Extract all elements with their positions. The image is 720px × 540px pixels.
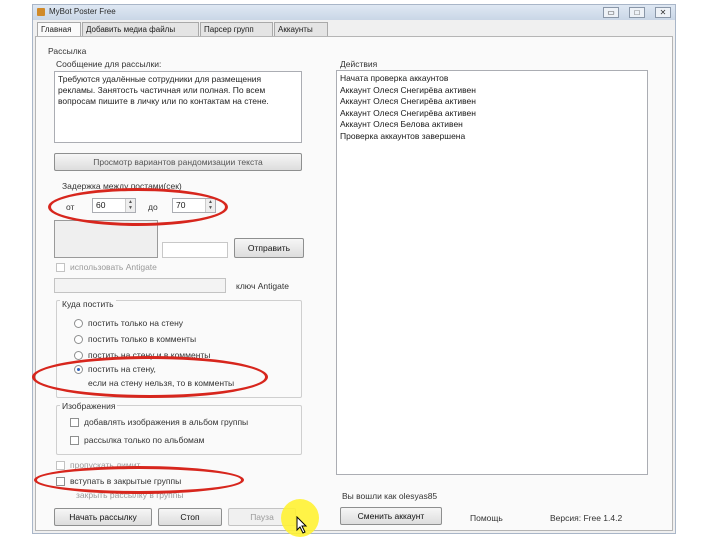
start-mailing-button[interactable]: Начать рассылку: [54, 508, 152, 526]
stepper-arrows-icon[interactable]: ▲ ▼: [205, 199, 215, 212]
minimize-button[interactable]: ▭: [603, 7, 619, 18]
albums-only-label: рассылка только по альбомам: [84, 435, 205, 445]
skip-limit-checkbox[interactable]: [56, 461, 65, 470]
maximize-button[interactable]: □: [629, 7, 645, 18]
join-closed-label: вступать в закрытые группы: [70, 476, 182, 486]
app-window: MyBot Poster Free ▭ □ ✕ Главная Добавить…: [32, 4, 676, 534]
actions-log: Начата проверка аккаунтов Аккаунт Олеся …: [336, 70, 648, 475]
tab-add-media[interactable]: Добавить медиа файлы: [82, 22, 199, 36]
delay-to-value: 70: [176, 200, 186, 210]
albums-only-checkbox[interactable]: [70, 436, 79, 445]
radio-comments-only[interactable]: [74, 335, 83, 344]
radio-wall-only-label: постить только на стену: [88, 318, 184, 328]
radio-wall-then-comments-label: постить на стену,: [88, 364, 156, 374]
radio-wall-then-comments[interactable]: [74, 365, 83, 374]
log-line: Аккаунт Олеся Снегирёва активен: [340, 96, 476, 106]
log-line: Аккаунт Олеся Белова активен: [340, 119, 463, 129]
window-title: MyBot Poster Free: [49, 7, 116, 16]
logged-in-status: Вы вошли как olesyas85: [342, 491, 438, 501]
where-post-title: Куда постить: [60, 299, 116, 309]
antigate-key-label: ключ Antigate: [236, 281, 289, 291]
log-line: Аккаунт Олеся Снегирёва активен: [340, 84, 476, 95]
delay-label: Задержка между постами(сек): [62, 181, 182, 191]
captcha-input[interactable]: [162, 242, 228, 258]
delay-from-label: от: [66, 202, 75, 212]
album-images-checkbox[interactable]: [70, 418, 79, 427]
log-line: Аккаунт Олеся Снегирёва активен: [340, 107, 476, 118]
tab-main[interactable]: Главная: [37, 22, 81, 37]
send-captcha-button[interactable]: Отправить: [234, 238, 304, 258]
tab-accounts[interactable]: Аккаунты: [274, 22, 328, 36]
main-panel: Рассылка Сообщение для рассылки: Требуют…: [35, 36, 673, 531]
mailing-group-title: Рассылка: [48, 46, 87, 56]
antigate-checkbox[interactable]: [56, 263, 65, 272]
tab-group-parser[interactable]: Парсер групп: [200, 22, 273, 36]
radio-wall-then-comments-label-2: если на стену нельзя, то в комменты: [88, 378, 235, 388]
mouse-pointer-icon: [296, 516, 308, 534]
stepper-arrows-icon[interactable]: ▲ ▼: [125, 199, 135, 212]
radio-wall-and-comments-label: постить на стену и в комменты: [88, 350, 211, 360]
message-textarea[interactable]: Требуются удалённые сотрудники для разме…: [54, 71, 302, 143]
antigate-key-input[interactable]: [54, 278, 226, 293]
stop-button[interactable]: Стоп: [158, 508, 222, 526]
log-line: Начата проверка аккаунтов: [340, 73, 449, 83]
message-label: Сообщение для рассылки:: [56, 59, 162, 69]
title-bar: MyBot Poster Free ▭ □ ✕: [33, 5, 675, 20]
delay-from-value: 60: [96, 200, 106, 210]
antigate-checkbox-label: использовать Antigate: [70, 262, 157, 272]
stop-mailing-label: закрыть рассылку в группы: [76, 490, 184, 500]
album-images-label: добавлять изображения в альбом группы: [84, 417, 249, 427]
change-account-button[interactable]: Сменить аккаунт: [340, 507, 442, 525]
log-line: Проверка аккаунтов завершена: [340, 130, 466, 141]
captcha-image: [54, 220, 158, 258]
radio-wall-only[interactable]: [74, 319, 83, 328]
delay-from-stepper[interactable]: 60 ▲ ▼: [92, 198, 136, 213]
app-icon: [37, 8, 45, 16]
radio-comments-only-label: постить только в комменты: [88, 334, 197, 344]
actions-title: Действия: [340, 59, 378, 69]
version-label: Версия: Free 1.4.2: [550, 513, 623, 523]
images-title: Изображения: [60, 401, 118, 411]
images-group: [56, 405, 302, 455]
help-link[interactable]: Помощь: [470, 513, 503, 523]
radio-wall-and-comments[interactable]: [74, 351, 83, 360]
close-button[interactable]: ✕: [655, 7, 671, 18]
preview-randomization-button[interactable]: Просмотр вариантов рандомизации текста: [54, 153, 302, 171]
delay-to-label: до: [148, 202, 158, 212]
delay-to-stepper[interactable]: 70 ▲ ▼: [172, 198, 216, 213]
skip-limit-label: пропускать лимит: [70, 460, 141, 470]
join-closed-checkbox[interactable]: [56, 477, 65, 486]
